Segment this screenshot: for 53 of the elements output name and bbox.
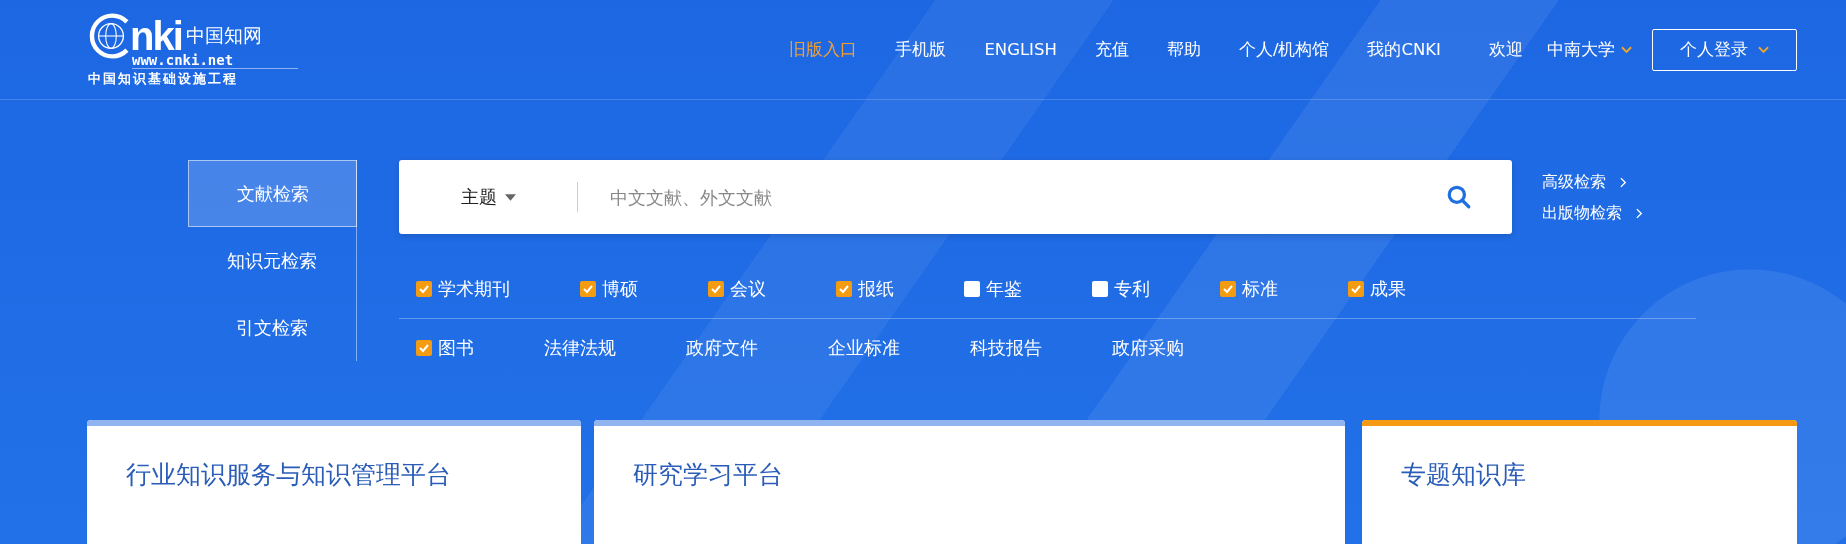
- source-link[interactable]: 法律法规: [544, 336, 616, 360]
- chevron-icon: [1620, 177, 1627, 188]
- side-link[interactable]: 出版物检索: [1542, 203, 1643, 224]
- card-title: 专题知识库: [1400, 459, 1527, 491]
- source-link[interactable]: 政府采购: [1112, 336, 1184, 360]
- platform-card[interactable]: 专题知识库: [1362, 420, 1797, 544]
- logo-tagline: 中国知识基础设施工程: [88, 70, 239, 88]
- check-icon: [1222, 283, 1234, 295]
- source-checkbox[interactable]: 标准: [1220, 277, 1278, 301]
- nav-link[interactable]: 充值: [1094, 38, 1129, 61]
- source-checkbox[interactable]: 博硕: [580, 277, 638, 301]
- source-checkbox[interactable]: 专利: [1092, 277, 1150, 301]
- search-icon[interactable]: [1446, 184, 1472, 210]
- source-link[interactable]: 科技报告: [970, 336, 1042, 360]
- source-checkbox[interactable]: 学术期刊: [416, 277, 510, 301]
- chevron-icon: [1636, 208, 1643, 219]
- search-tab[interactable]: 文献检索: [188, 160, 357, 227]
- source-checkbox[interactable]: 报纸: [836, 277, 894, 301]
- nav-link[interactable]: 手机版: [895, 38, 947, 61]
- welcome-text: 欢迎: [1489, 38, 1523, 61]
- caret-icon: [1621, 45, 1632, 54]
- source-checkbox[interactable]: 图书: [416, 336, 474, 360]
- source-checkbox[interactable]: 会议: [708, 277, 766, 301]
- platform-card[interactable]: 行业知识服务与知识管理平台: [87, 420, 581, 544]
- institution-dropdown[interactable]: 中南大学: [1547, 38, 1632, 61]
- field-dropdown[interactable]: 主题: [399, 184, 577, 210]
- platform-card[interactable]: 研究学习平台: [594, 420, 1345, 544]
- search-tab[interactable]: 引文检索: [188, 294, 356, 361]
- check-icon: [418, 342, 430, 354]
- check-icon: [418, 283, 430, 295]
- search-bar[interactable]: 主题 中文文献、外文文献: [399, 160, 1512, 234]
- nav-link[interactable]: ENGLISH: [984, 40, 1057, 59]
- nav-link[interactable]: 旧版入口: [789, 38, 858, 61]
- login-button[interactable]: 个人登录: [1652, 28, 1797, 71]
- nav-link[interactable]: 帮助: [1166, 38, 1201, 61]
- check-icon: [710, 283, 722, 295]
- source-link[interactable]: 政府文件: [686, 336, 758, 360]
- source-checkbox[interactable]: 年鉴: [964, 277, 1022, 301]
- check-icon: [582, 283, 594, 295]
- check-icon: [1350, 283, 1362, 295]
- card-title: 行业知识服务与知识管理平台: [125, 459, 452, 491]
- logo-url: www.cnki.net: [132, 51, 298, 69]
- source-checkbox[interactable]: 成果: [1348, 277, 1406, 301]
- card-title: 研究学习平台: [632, 459, 784, 491]
- source-link[interactable]: 企业标准: [828, 336, 900, 360]
- caret-icon: [1758, 45, 1769, 54]
- caret-icon: [504, 193, 516, 201]
- check-icon: [838, 283, 850, 295]
- logo-name: 中国知网: [185, 22, 262, 48]
- nav-link[interactable]: 个人/机构馆: [1238, 38, 1330, 61]
- side-link[interactable]: 高级检索: [1542, 172, 1643, 193]
- search-tab[interactable]: 知识元检索: [188, 227, 356, 294]
- nav-link[interactable]: 我的CNKI: [1367, 38, 1441, 61]
